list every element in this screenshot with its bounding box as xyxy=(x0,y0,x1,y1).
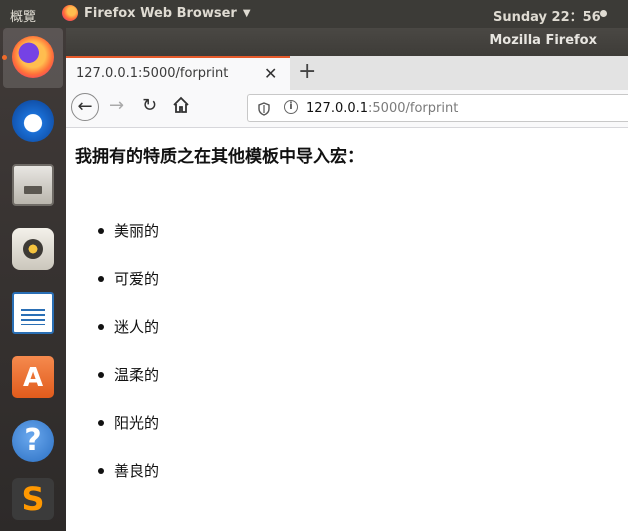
bullet-icon xyxy=(98,420,104,426)
app-menu-label: Firefox Web Browser xyxy=(84,5,237,21)
dock-item-software[interactable]: A xyxy=(3,348,63,408)
dock-item-thunderbird[interactable] xyxy=(3,92,63,152)
tab-title: 127.0.0.1:5000/forprint xyxy=(76,66,229,81)
chevron-down-icon: ▼ xyxy=(242,7,251,19)
clock[interactable]: Sunday 22：56 xyxy=(493,6,601,25)
notification-dot-icon xyxy=(600,10,607,17)
sublime-text-icon: S xyxy=(12,478,54,520)
tab-strip: 127.0.0.1:5000/forprint ✕ + xyxy=(66,56,628,90)
libreoffice-writer-icon xyxy=(12,292,54,334)
nav-bar: ← → ↻ i 127.0.0.1:5000/forprint xyxy=(66,90,628,128)
list-item-text: 可爱的 xyxy=(114,270,160,288)
dock-item-rhythmbox[interactable] xyxy=(3,220,63,280)
tab-forprint[interactable]: 127.0.0.1:5000/forprint ✕ xyxy=(66,56,290,90)
back-button[interactable]: ← xyxy=(71,93,99,121)
software-store-icon: A xyxy=(12,356,54,398)
bullet-icon xyxy=(98,372,104,378)
dock: A ? S xyxy=(0,28,66,531)
window-titlebar[interactable]: Mozilla Firefox xyxy=(66,28,628,56)
app-menu[interactable]: Firefox Web Browser ▼ xyxy=(62,5,251,21)
page-content: 我拥有的特质之在其他模板中导入宏： 美丽的 可爱的 迷人的 温柔的 阳光的 善良… xyxy=(66,128,628,531)
url-path: :5000/forprint xyxy=(368,101,459,116)
close-icon[interactable]: ✕ xyxy=(264,64,277,83)
files-icon xyxy=(12,164,54,206)
tracking-protection-shield-icon[interactable] xyxy=(258,101,270,116)
page-heading: 我拥有的特质之在其他模板中导入宏： xyxy=(75,147,364,167)
dock-item-help[interactable]: ? xyxy=(3,412,63,472)
reload-button[interactable]: ↻ xyxy=(142,95,157,116)
rhythmbox-icon xyxy=(12,228,54,270)
dock-item-writer[interactable] xyxy=(3,284,63,344)
url-host: 127.0.0.1 xyxy=(306,101,369,116)
home-button[interactable] xyxy=(172,96,190,114)
top-panel: 概覽 Firefox Web Browser ▼ Sunday 22：56 xyxy=(0,0,628,28)
dock-item-files[interactable] xyxy=(3,156,63,216)
bullet-icon xyxy=(98,468,104,474)
bullet-icon xyxy=(98,276,104,282)
new-tab-button[interactable]: + xyxy=(298,59,316,84)
bullet-icon xyxy=(98,324,104,330)
help-icon: ? xyxy=(12,420,54,462)
list-item-text: 美丽的 xyxy=(114,222,160,240)
dock-item-sublime[interactable]: S xyxy=(3,470,63,530)
url-bar[interactable]: i 127.0.0.1:5000/forprint xyxy=(247,94,628,122)
bullet-icon xyxy=(98,228,104,234)
info-icon[interactable]: i xyxy=(284,100,298,114)
url-text[interactable]: 127.0.0.1:5000/forprint xyxy=(306,101,458,116)
dock-item-firefox[interactable] xyxy=(2,28,63,88)
arrow-left-icon: ← xyxy=(77,96,93,117)
home-icon xyxy=(173,96,189,113)
list-item-text: 温柔的 xyxy=(114,366,160,384)
list-item-text: 迷人的 xyxy=(114,318,160,336)
thunderbird-icon xyxy=(12,100,54,142)
forward-button[interactable]: → xyxy=(109,95,124,116)
firefox-small-icon xyxy=(62,5,78,21)
activities-button[interactable]: 概覽 xyxy=(10,6,36,25)
window-title: Mozilla Firefox xyxy=(489,33,597,48)
list-item-text: 善良的 xyxy=(114,462,160,480)
running-indicator xyxy=(2,55,7,60)
list-item-text: 阳光的 xyxy=(114,414,160,432)
firefox-icon xyxy=(12,36,54,78)
